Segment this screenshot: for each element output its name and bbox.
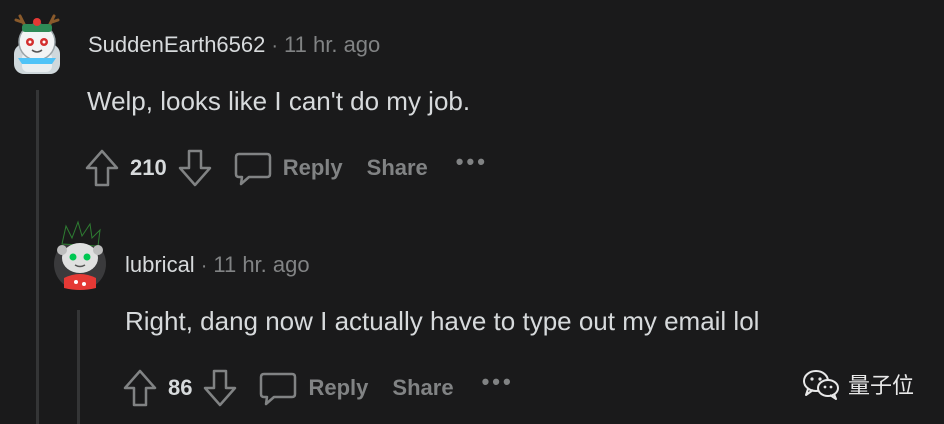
avatar-icon bbox=[14, 14, 60, 74]
share-button[interactable]: Share bbox=[392, 375, 453, 401]
upvote-icon[interactable] bbox=[122, 368, 158, 408]
vote-count: 86 bbox=[168, 375, 193, 400]
watermark: 量子位 bbox=[802, 368, 914, 400]
comment-2-text: Right, dang now I actually have to type … bbox=[125, 306, 760, 336]
comment-1-text: Welp, looks like I can't do my job. bbox=[87, 86, 471, 116]
username[interactable]: lubrical bbox=[125, 252, 195, 278]
thread-line-comment-1[interactable] bbox=[36, 90, 39, 424]
share-button[interactable]: Share bbox=[367, 155, 428, 181]
downvote-icon[interactable] bbox=[177, 148, 213, 188]
user-avatar-lubrical[interactable] bbox=[52, 220, 108, 292]
comment-2-actions: 86 Reply Share ••• bbox=[122, 365, 514, 411]
avatar-icon bbox=[54, 220, 106, 290]
downvote-icon[interactable] bbox=[202, 368, 238, 408]
thread-line-comment-2[interactable] bbox=[77, 310, 80, 424]
comment-bubble-icon bbox=[234, 152, 271, 186]
vote-count: 210 bbox=[130, 155, 167, 180]
timestamp[interactable]: 11 hr. ago bbox=[284, 32, 380, 58]
watermark-text: 量子位 bbox=[847, 374, 914, 399]
comment-1-meta: SuddenEarth6562 · 11 hr. ago bbox=[88, 32, 380, 58]
reply-label[interactable]: Reply bbox=[283, 155, 343, 181]
more-options-icon[interactable]: ••• bbox=[482, 369, 514, 395]
upvote-icon[interactable] bbox=[84, 148, 120, 188]
wechat-icon bbox=[802, 370, 839, 400]
reply-button[interactable]: Reply bbox=[233, 148, 343, 188]
comment-2-meta: lubrical · 11 hr. ago bbox=[125, 252, 310, 278]
reply-button[interactable]: Reply bbox=[258, 368, 368, 408]
reply-label[interactable]: Reply bbox=[308, 375, 368, 401]
timestamp[interactable]: 11 hr. ago bbox=[213, 252, 309, 278]
more-options-icon[interactable]: ••• bbox=[456, 149, 488, 175]
user-avatar-suddenearth[interactable] bbox=[8, 14, 66, 76]
username[interactable]: SuddenEarth6562 bbox=[88, 32, 265, 58]
separator-dot: · bbox=[200, 255, 208, 277]
comment-bubble-icon bbox=[260, 372, 297, 406]
comment-1-actions: 210 Reply Share ••• bbox=[84, 145, 488, 191]
separator-dot: · bbox=[271, 35, 279, 57]
